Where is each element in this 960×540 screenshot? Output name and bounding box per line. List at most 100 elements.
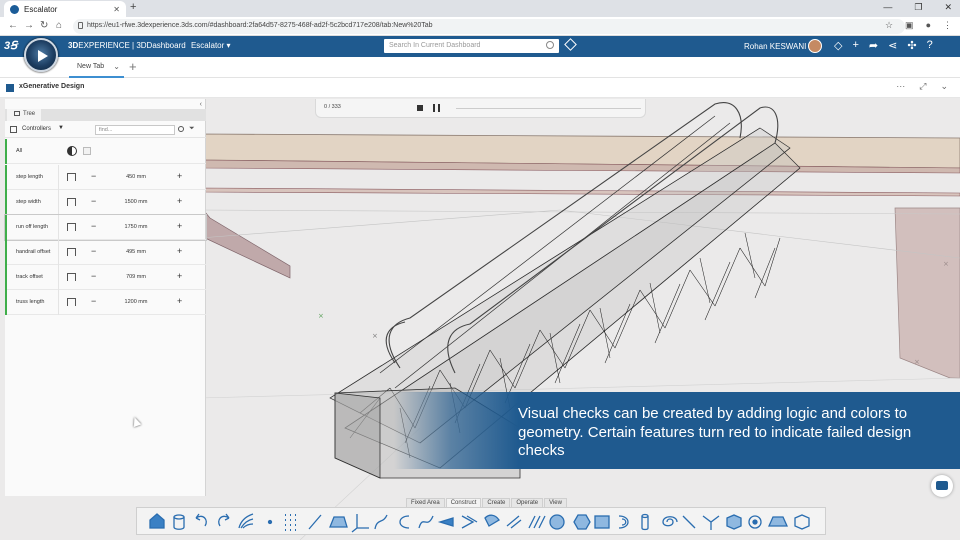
decrement-button[interactable]: − — [91, 171, 96, 181]
notifications-icon[interactable]: ◇ — [834, 39, 842, 52]
browser-tab[interactable]: Escalator ✕ — [4, 1, 126, 17]
tab-create[interactable]: Create — [482, 498, 511, 507]
extrude-icon[interactable] — [506, 515, 522, 529]
value-field[interactable]: 450 mm — [115, 174, 157, 180]
back-icon[interactable]: ← — [8, 20, 18, 31]
url-field[interactable]: https://eu1-rfwe.3dexperience.3ds.com/#d… — [73, 19, 905, 34]
find-input[interactable]: find... — [95, 125, 175, 135]
surface-icon[interactable] — [767, 516, 789, 527]
collapse-panel-icon[interactable]: ‹ — [200, 101, 202, 108]
avatar[interactable] — [808, 39, 822, 53]
split-icon[interactable] — [702, 515, 720, 530]
increment-button[interactable]: + — [177, 271, 182, 281]
search-input[interactable]: Search In Current Dashboard — [384, 39, 559, 53]
sphere-icon[interactable] — [549, 514, 565, 530]
increment-button[interactable]: + — [177, 296, 182, 306]
decrement-button[interactable]: − — [91, 271, 96, 281]
plane-icon[interactable] — [329, 516, 348, 528]
search-icon[interactable] — [546, 41, 554, 49]
add-icon[interactable]: + — [852, 39, 858, 52]
new-browser-tab-icon[interactable]: + — [130, 1, 136, 13]
restore-window-icon[interactable]: ❐ — [914, 2, 922, 13]
sweep-icon[interactable] — [437, 517, 454, 527]
value-field[interactable]: 709 mm — [115, 274, 157, 280]
share-arrow-icon[interactable]: ➦ — [869, 39, 878, 52]
help-icon[interactable]: ? — [927, 39, 933, 52]
brand-title[interactable]: 3DEXPERIENCE | 3DDashboard Escalator ▾ — [68, 41, 231, 50]
diagonal-icon[interactable] — [682, 515, 696, 529]
curve-icon[interactable] — [374, 514, 388, 530]
compass-icon[interactable] — [24, 38, 58, 72]
point-icon[interactable] — [267, 519, 273, 525]
home-icon[interactable] — [149, 513, 165, 529]
caret-down-icon[interactable]: ▼ — [58, 125, 64, 131]
hexagon-icon[interactable] — [573, 514, 591, 530]
tab-construct[interactable]: Construct — [445, 498, 482, 507]
share-icon[interactable]: ⋖ — [888, 39, 897, 52]
decrement-button[interactable]: − — [91, 296, 96, 306]
decrement-button[interactable]: − — [91, 196, 96, 206]
tab-view[interactable]: View — [544, 498, 567, 507]
pause-icon[interactable] — [433, 104, 440, 112]
connect-icon[interactable] — [238, 513, 254, 529]
value-field[interactable]: 1200 mm — [115, 299, 157, 305]
browser-menu-icon[interactable]: ⋮ — [943, 20, 952, 31]
user-name[interactable]: Rohan KESWANI — [744, 42, 806, 51]
tab-tree[interactable]: Tree — [7, 109, 42, 121]
axis-icon[interactable] — [351, 514, 369, 533]
contrast-toggle-icon[interactable] — [67, 146, 77, 156]
forward-icon[interactable]: → — [24, 20, 34, 31]
increment-button[interactable]: + — [177, 246, 182, 256]
tab-operate[interactable]: Operate — [511, 498, 544, 507]
tab-fixed-area[interactable]: Fixed Area — [406, 498, 445, 507]
bookmark-star-icon[interactable]: ☆ — [885, 20, 893, 31]
increment-button[interactable]: + — [177, 221, 182, 231]
line-icon[interactable] — [308, 514, 322, 530]
spline-icon[interactable] — [418, 515, 434, 529]
controllers-dropdown[interactable]: Controllers — [22, 126, 51, 132]
loft-icon[interactable] — [461, 515, 478, 529]
stop-icon[interactable] — [417, 105, 423, 111]
box-icon[interactable] — [726, 514, 742, 530]
tab-menu-icon[interactable]: ⌄ — [113, 62, 120, 71]
arc-icon[interactable] — [399, 515, 410, 529]
timeline-slider[interactable] — [456, 108, 641, 109]
widget-maximize-icon[interactable]: ⤢ — [919, 81, 926, 92]
blend-icon[interactable] — [484, 514, 500, 527]
value-field[interactable]: 1750 mm — [115, 224, 157, 230]
grid-points-icon[interactable] — [285, 514, 296, 531]
chevron-down-icon[interactable]: ▾ — [227, 41, 231, 50]
select-all-checkbox[interactable] — [83, 147, 91, 155]
undo-icon[interactable] — [195, 513, 207, 527]
search-icon[interactable] — [178, 126, 184, 132]
database-icon[interactable] — [173, 514, 185, 530]
increment-button[interactable]: + — [177, 196, 182, 206]
value-field[interactable]: 1500 mm — [115, 199, 157, 205]
profile-icon[interactable]: ● — [926, 20, 931, 31]
extension-icon[interactable]: ▣ — [905, 20, 914, 31]
chat-button[interactable] — [931, 475, 953, 497]
decrement-button[interactable]: − — [91, 246, 96, 256]
widget-more-icon[interactable]: ··· — [896, 81, 905, 92]
redo-icon[interactable] — [218, 513, 230, 527]
apps-icon[interactable]: ✣ — [907, 39, 916, 52]
add-tab-icon[interactable]: + — [129, 59, 137, 74]
measure-icon[interactable] — [748, 515, 762, 529]
decrement-button[interactable]: − — [91, 221, 96, 231]
value-field[interactable]: 495 mm — [115, 249, 157, 255]
reload-icon[interactable]: ↻ — [40, 20, 48, 31]
wave-icon[interactable] — [528, 515, 546, 529]
widget-collapse-icon[interactable]: ⌄ — [940, 81, 948, 92]
close-tab-icon[interactable]: ✕ — [113, 5, 120, 14]
close-window-icon[interactable]: ✕ — [944, 2, 952, 13]
cylinder-icon[interactable] — [641, 513, 649, 531]
tab-new-tab[interactable]: New Tab ⌄ — [69, 57, 124, 78]
increment-button[interactable]: + — [177, 171, 182, 181]
minimize-window-icon[interactable]: — — [883, 2, 892, 13]
assembly-icon[interactable] — [794, 514, 810, 530]
spiral-icon[interactable] — [662, 516, 678, 527]
rectangle-icon[interactable] — [594, 515, 610, 529]
tag-icon[interactable] — [564, 38, 577, 51]
home-icon[interactable]: ⌂ — [56, 20, 62, 31]
revolve-icon[interactable] — [618, 515, 629, 529]
